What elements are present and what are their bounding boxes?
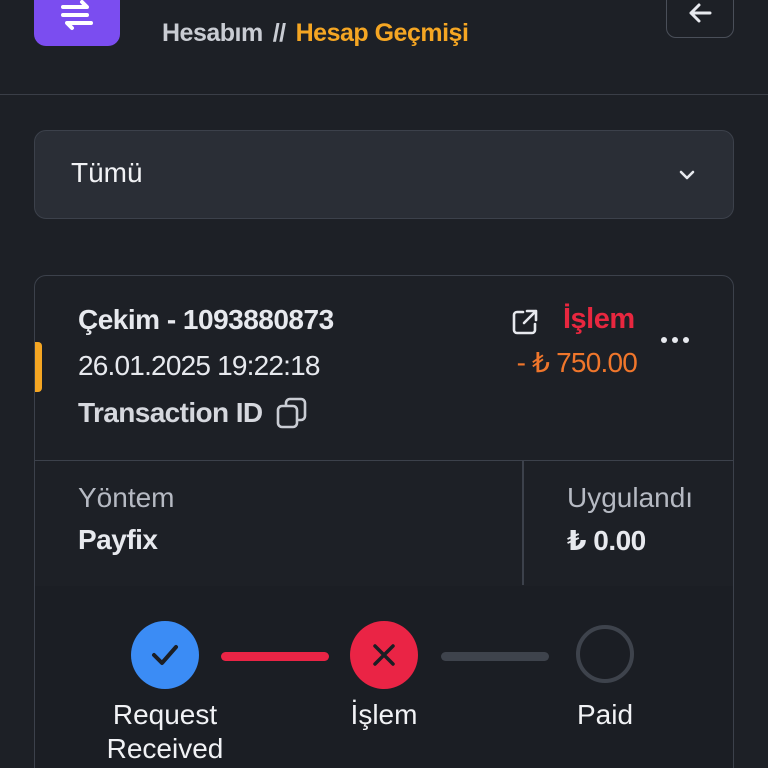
method-label: Yöntem (78, 482, 175, 513)
transaction-id-row: Transaction ID (78, 396, 309, 430)
divider (522, 461, 524, 585)
copy-icon[interactable] (275, 396, 309, 430)
transaction-title: Çekim - 1093880873 (78, 304, 334, 335)
applied-value: ₺ 0.00 (567, 525, 646, 556)
more-dot-icon (672, 337, 678, 343)
progress-connector (441, 652, 549, 661)
progress-tracker: Request Received İşlem Paid (35, 586, 733, 768)
step-label-paid: Paid (576, 699, 634, 730)
more-dot-icon (683, 337, 689, 343)
status-badge: İşlem (563, 303, 635, 335)
transaction-date: 26.01.2025 19:22:18 (78, 350, 321, 381)
more-dot-icon (661, 337, 667, 343)
page-header: Hesabım // Hesap Geçmişi (0, 0, 768, 95)
step-failed-circle (350, 621, 418, 689)
menu-button[interactable] (34, 0, 120, 46)
step-done-circle (131, 621, 199, 689)
transaction-id-label: Transaction ID (78, 397, 263, 428)
method-value: Payfix (78, 524, 158, 555)
breadcrumb-current-page: Hesap Geçmişi (295, 18, 469, 47)
check-icon (152, 645, 178, 665)
step-label-processing: İşlem (350, 699, 418, 730)
external-link-icon[interactable] (509, 306, 541, 338)
arrow-left-icon (689, 3, 712, 23)
filter-selected-value: Tümü (71, 157, 143, 188)
progress-connector (221, 652, 329, 661)
x-icon (373, 644, 395, 666)
breadcrumb-link-account[interactable]: Hesabım (162, 19, 263, 48)
transaction-card: Çekim - 1093880873 26.01.2025 19:22:18 T… (34, 275, 734, 768)
divider (35, 460, 733, 461)
swap-arrows-icon (61, 0, 93, 30)
transaction-amount: - ₺ 750.00 (516, 347, 638, 378)
chevron-down-icon (679, 170, 695, 180)
status-accent-bar (35, 342, 42, 392)
breadcrumb-separator: // (272, 18, 286, 47)
applied-label: Uygulandı (567, 482, 694, 513)
back-button[interactable] (666, 0, 734, 38)
filter-dropdown[interactable]: Tümü (34, 130, 734, 219)
more-options-button[interactable] (655, 328, 695, 352)
step-label-request-received: Request Received (106, 699, 224, 764)
breadcrumb: Hesabım // Hesap Geçmişi (162, 16, 469, 50)
empty-circle-icon (576, 625, 634, 683)
